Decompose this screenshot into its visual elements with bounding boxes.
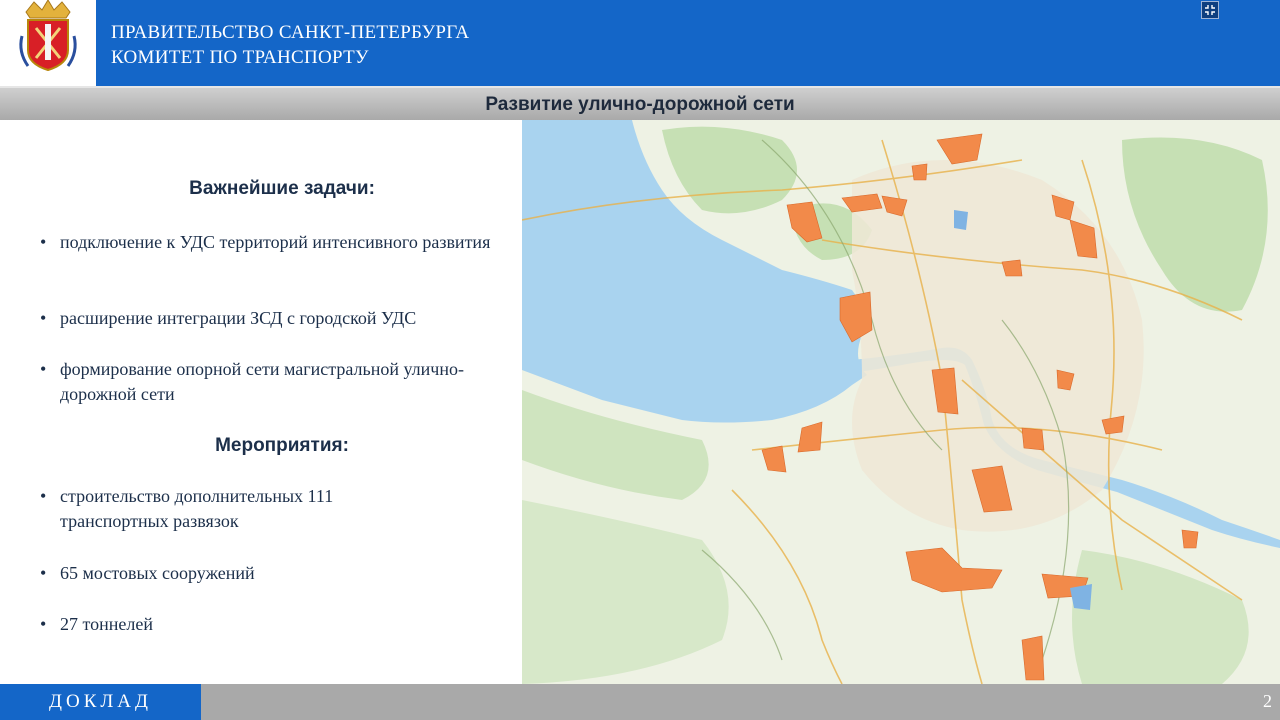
organization-title: ПРАВИТЕЛЬСТВО САНКТ-ПЕТЕРБУРГА КОМИТЕТ П… (111, 20, 469, 70)
measure-item: • 27 тоннелей (40, 612, 510, 637)
bullet-icon: • (40, 486, 47, 506)
org-title-line1: ПРАВИТЕЛЬСТВО САНКТ-ПЕТЕРБУРГА (111, 22, 470, 43)
fullscreen-exit-icon (1205, 5, 1215, 15)
header-bar: ПРАВИТЕЛЬСТВО САНКТ-ПЕТЕРБУРГА КОМИТЕТ П… (0, 0, 1280, 86)
task-item-text: подключение к УДС территорий интенсивног… (60, 232, 491, 252)
tasks-heading: Важнейшие задачи: (189, 178, 375, 199)
coat-of-arms-icon (19, 0, 77, 72)
bullet-icon: • (40, 232, 47, 252)
bullet-icon: • (40, 563, 47, 583)
task-item-text: формирование опорной сети магистральной … (60, 359, 464, 404)
logo-container (0, 0, 96, 86)
task-item: • расширение интеграции ЗСД с городской … (40, 306, 510, 331)
text-panel: Важнейшие задачи: • подключение к УДС те… (0, 120, 522, 684)
task-item: • формирование опорной сети магистрально… (40, 357, 510, 407)
slide-title-bar: Развитие улично-дорожной сети (0, 86, 1280, 120)
measure-item: • 65 мостовых сооружений (40, 561, 510, 586)
measure-item-text: 27 тоннелей (60, 614, 153, 634)
bullet-icon: • (40, 359, 47, 379)
fullscreen-button[interactable] (1201, 1, 1219, 19)
measures-heading: Мероприятия: (215, 435, 349, 456)
task-item: • подключение к УДС территорий интенсивн… (40, 230, 510, 255)
footer-report-tab: ДОКЛАД (0, 684, 201, 720)
page-number: 2 (1263, 691, 1272, 711)
bullet-icon: • (40, 614, 47, 634)
measure-item-text: строительство дополнительных 111 транспо… (60, 486, 334, 531)
measure-item-text: 65 мостовых сооружений (60, 563, 255, 583)
city-road-network-map (522, 120, 1280, 684)
map-image (522, 120, 1280, 684)
org-title-line2: КОМИТЕТ ПО ТРАНСПОРТУ (111, 47, 369, 68)
task-item-text: расширение интеграции ЗСД с городской УД… (60, 308, 417, 328)
measure-item: • строительство дополнительных 111 транс… (40, 484, 510, 534)
footer-label: ДОКЛАД (49, 691, 152, 712)
footer-bar: ДОКЛАД 2 (0, 684, 1280, 720)
slide-title: Развитие улично-дорожной сети (485, 94, 795, 115)
bullet-icon: • (40, 308, 47, 328)
